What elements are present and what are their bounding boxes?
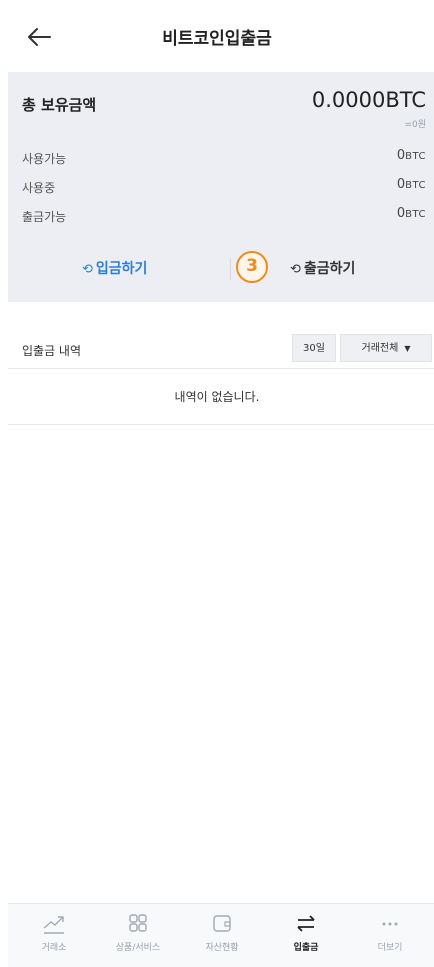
- action-bar: ⟲ 입금하기 3 ⟲ 출금하기: [8, 250, 434, 286]
- available-label: 사용가능: [22, 152, 67, 166]
- bottom-tab-bar: 거래소 상품/서비스 자산현황 입출금 더보기: [8, 903, 434, 967]
- step-badge: 3: [236, 251, 268, 283]
- divider: [8, 368, 434, 369]
- tab-label: 상품/서비스: [115, 943, 161, 953]
- tab-deposit-withdraw[interactable]: 입출금: [266, 912, 346, 953]
- available-value: 0BTC: [396, 148, 426, 163]
- caret-down-icon: ▼: [404, 344, 411, 353]
- refresh-icon: ⟲: [82, 262, 93, 277]
- tab-label: 거래소: [41, 943, 67, 953]
- tab-products[interactable]: 상품/서비스: [98, 912, 178, 953]
- withdrawable-value: 0BTC: [396, 206, 426, 221]
- period-filter-button[interactable]: 30일: [292, 334, 336, 362]
- app-header: 비트코인입출금: [0, 0, 434, 72]
- refresh-icon: ⟲: [290, 262, 301, 277]
- tab-exchange[interactable]: 거래소: [14, 912, 94, 953]
- withdrawable-label: 출금가능: [22, 210, 67, 224]
- wallet-icon: [213, 915, 231, 932]
- empty-state-message: 내역이 없습니다.: [174, 390, 260, 404]
- tab-label: 입출금: [293, 943, 319, 953]
- grid-icon: [129, 914, 147, 932]
- total-balance-value: 0.0000BTC: [311, 88, 426, 112]
- type-filter-label: 거래전체: [361, 343, 399, 354]
- action-divider: [230, 258, 231, 280]
- page-title: 비트코인입출금: [162, 29, 272, 49]
- chart-line-icon: [43, 916, 64, 934]
- more-dots-icon: [382, 922, 398, 926]
- in-use-value: 0BTC: [396, 177, 426, 192]
- history-label: 입출금 내역: [22, 344, 82, 358]
- tab-label: 더보기: [377, 943, 403, 953]
- tab-label: 자산현황: [205, 943, 239, 953]
- krw-equivalent: =0원: [404, 120, 426, 130]
- in-use-label: 사용중: [22, 181, 56, 195]
- tab-more[interactable]: 더보기: [350, 912, 430, 953]
- withdraw-button[interactable]: ⟲ 출금하기: [290, 258, 355, 278]
- transfer-arrows-icon: [297, 915, 315, 932]
- deposit-button[interactable]: ⟲ 입금하기: [82, 258, 147, 278]
- balance-summary: 총 보유금액 0.0000BTC =0원 사용가능 0BTC 사용중 0BTC …: [8, 72, 434, 302]
- divider: [8, 424, 434, 425]
- total-balance-label: 총 보유금액: [22, 96, 97, 114]
- type-filter-dropdown[interactable]: 거래전체 ▼: [340, 334, 432, 362]
- history-header: 입출금 내역 30일 거래전체 ▼: [8, 330, 434, 368]
- tab-assets[interactable]: 자산현황: [182, 912, 262, 953]
